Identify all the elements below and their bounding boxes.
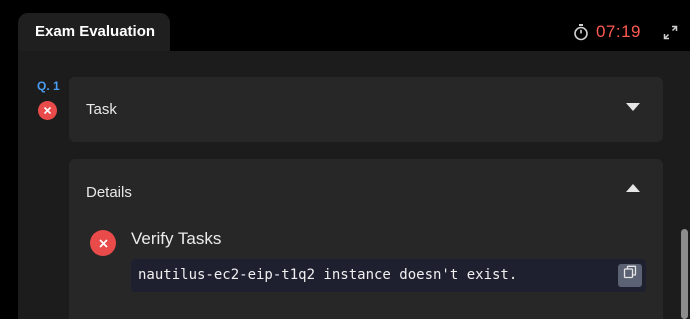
verify-tasks-title: Verify Tasks	[131, 229, 222, 248]
chevron-up-icon[interactable]	[626, 184, 640, 192]
exam-evaluation-panel: Exam Evaluation 07:19 Q. 1 Task Details …	[18, 0, 690, 319]
copy-icon	[623, 259, 637, 292]
evaluation-content: Q. 1 Task Details Verify Tasks nautilus-…	[18, 51, 690, 319]
task-card[interactable]: Task	[69, 77, 663, 142]
timer-countdown: 07:19	[595, 22, 641, 41]
stopwatch-icon	[572, 23, 590, 41]
details-card-title[interactable]: Details	[86, 184, 132, 201]
expand-icon[interactable]	[663, 25, 678, 40]
x-circle-icon	[38, 101, 57, 120]
header-controls: 07:19	[572, 20, 680, 44]
scrollbar[interactable]	[678, 51, 690, 319]
verify-result-message: nautilus-ec2-eip-t1q2 instance doesn't e…	[131, 259, 646, 292]
chevron-down-icon[interactable]	[626, 103, 640, 111]
details-card: Details Verify Tasks nautilus-ec2-eip-t1…	[69, 159, 663, 319]
question-number: Q. 1	[37, 79, 60, 93]
tab-exam-evaluation[interactable]: Exam Evaluation	[18, 13, 170, 51]
x-circle-icon	[90, 230, 116, 256]
result-message-text: nautilus-ec2-eip-t1q2 instance doesn't e…	[138, 267, 518, 283]
scrollbar-thumb[interactable]	[681, 229, 688, 319]
copy-button[interactable]	[618, 264, 642, 287]
task-card-title: Task	[86, 101, 117, 118]
